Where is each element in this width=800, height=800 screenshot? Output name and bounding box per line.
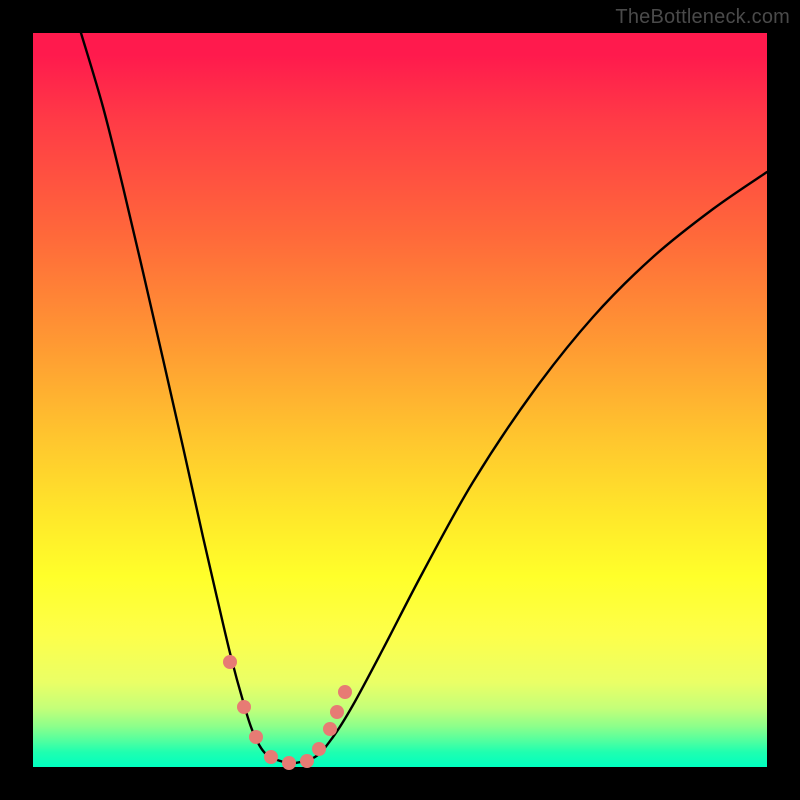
marker-dot xyxy=(300,754,314,768)
marker-dot xyxy=(338,685,352,699)
marker-dots xyxy=(223,655,352,770)
marker-dot xyxy=(237,700,251,714)
marker-dot xyxy=(249,730,263,744)
plot-area xyxy=(33,33,767,767)
watermark-text: TheBottleneck.com xyxy=(615,6,790,29)
marker-dot xyxy=(330,705,344,719)
marker-dot xyxy=(312,742,326,756)
marker-dot xyxy=(323,722,337,736)
curve-right xyxy=(291,172,767,764)
marker-dot xyxy=(223,655,237,669)
curve-left xyxy=(81,33,291,764)
marker-dot xyxy=(264,750,278,764)
curve-layer xyxy=(33,33,767,767)
chart-frame: TheBottleneck.com xyxy=(0,0,800,800)
marker-dot xyxy=(282,756,296,770)
